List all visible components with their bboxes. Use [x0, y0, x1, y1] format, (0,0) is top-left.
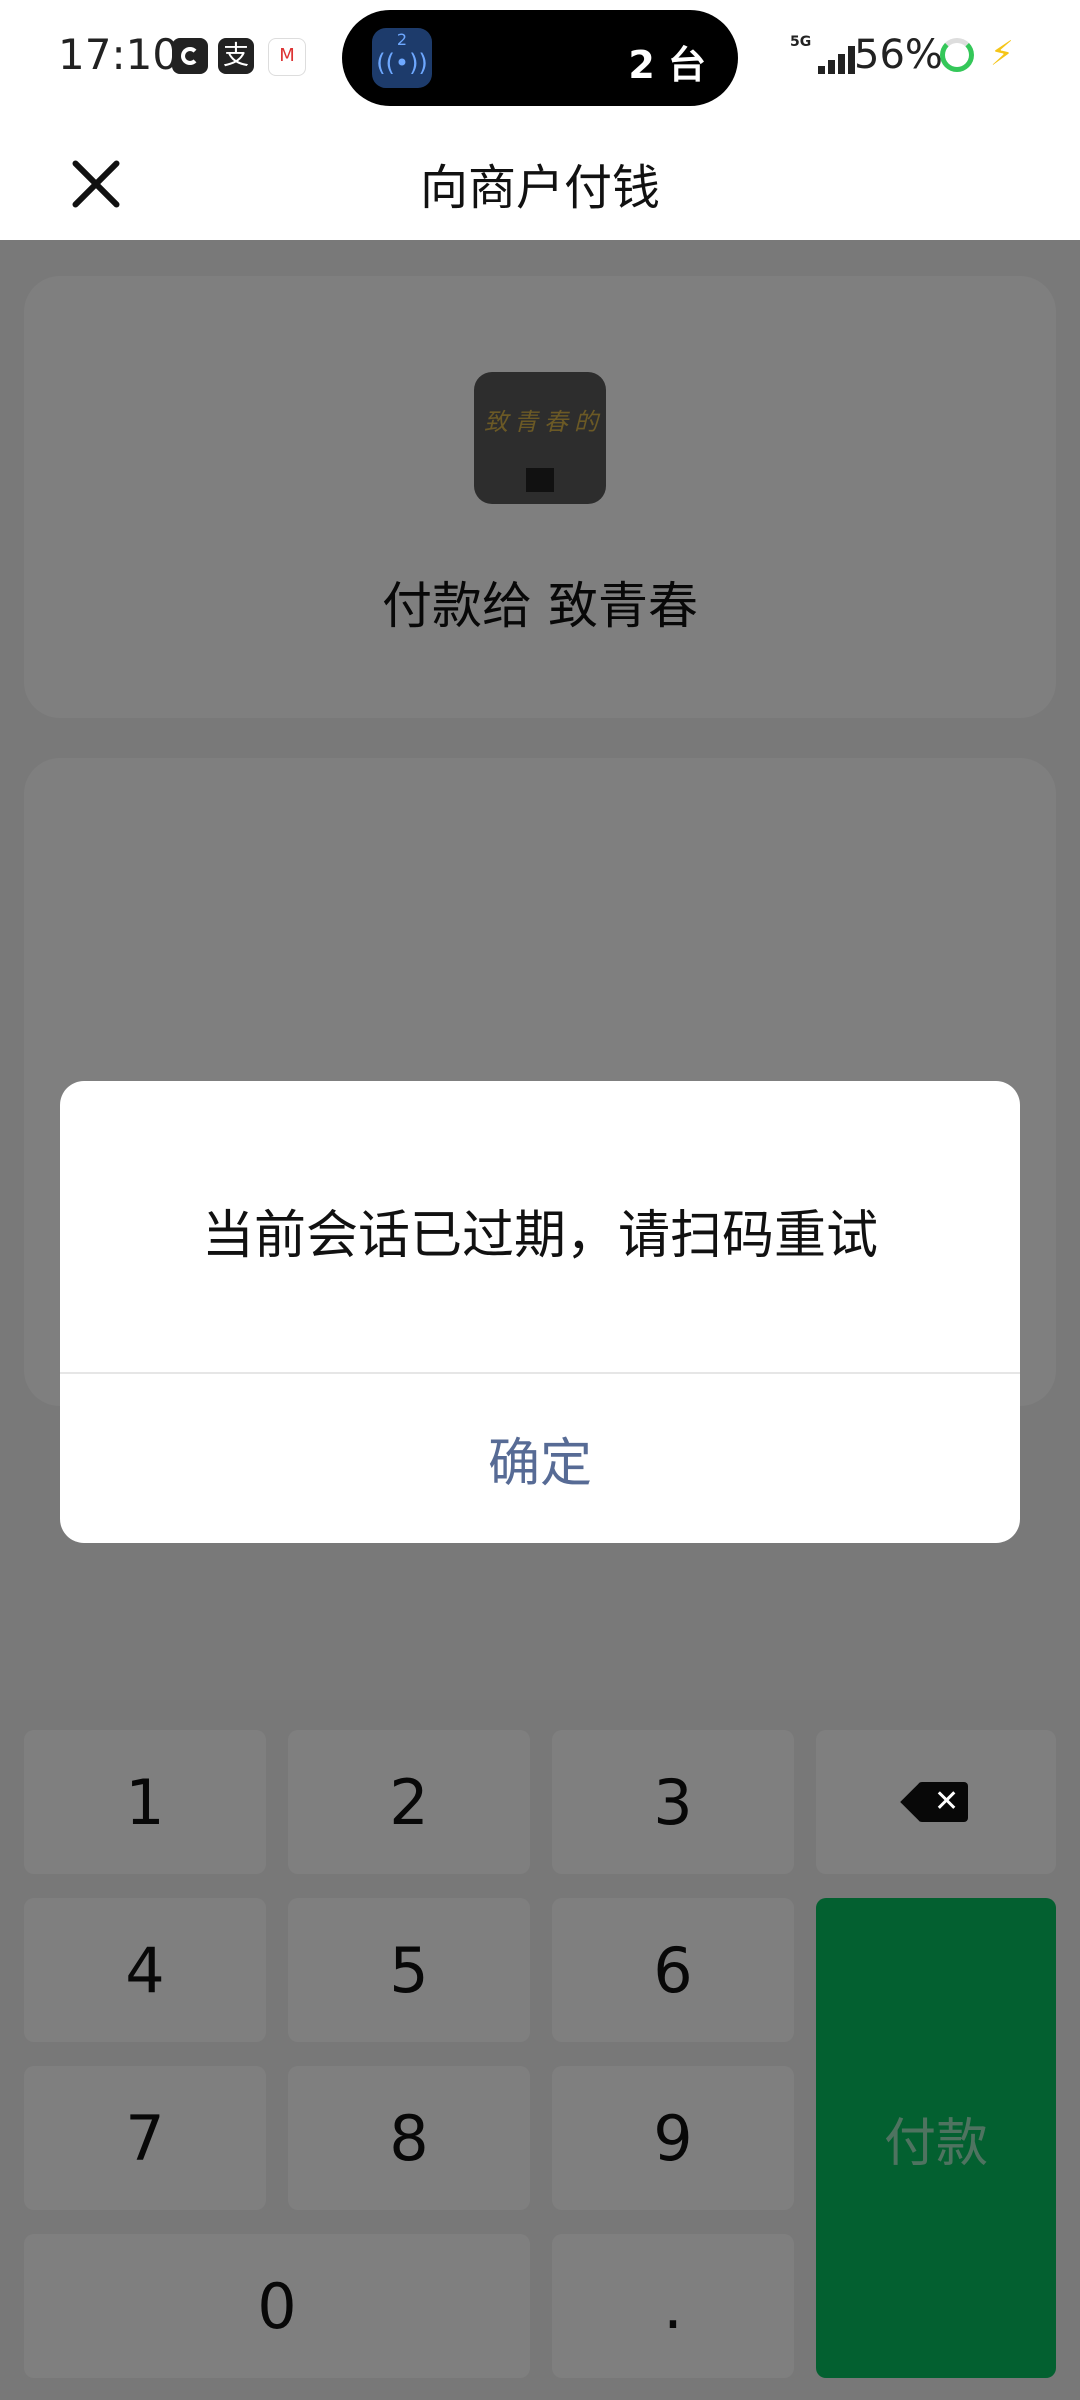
page-header: 向商户付钱	[0, 120, 1080, 240]
network-type-label: 5G	[790, 34, 812, 50]
status-bar: 17:10 支 M 2 ((•)) 2 台 5G 56% ⚡	[0, 0, 1080, 120]
broadcast-count: 2	[396, 30, 408, 49]
device-count-text: 2 台	[628, 43, 706, 87]
confirm-button[interactable]: 确定	[60, 1374, 1020, 1543]
status-time: 17:10	[58, 30, 180, 79]
battery-percent: 56%	[854, 32, 943, 78]
dialog-message: 当前会话已过期，请扫码重试	[201, 1206, 878, 1266]
charging-bolt-icon: ⚡	[990, 34, 1014, 74]
modal-overlay[interactable]: 当前会话已过期，请扫码重试 确定	[0, 240, 1080, 2400]
dynamic-island-pill[interactable]: 2 ((•)) 2 台	[342, 10, 738, 106]
alipay-notification-icon: 支	[218, 38, 254, 74]
battery-ring-icon	[940, 38, 974, 72]
broadcast-icon: 2 ((•))	[372, 28, 432, 88]
mail-notification-icon: M	[268, 38, 306, 76]
page-title: 向商户付钱	[419, 160, 660, 216]
app-notification-icon	[172, 38, 208, 74]
alert-dialog: 当前会话已过期，请扫码重试 确定	[60, 1081, 1020, 1543]
